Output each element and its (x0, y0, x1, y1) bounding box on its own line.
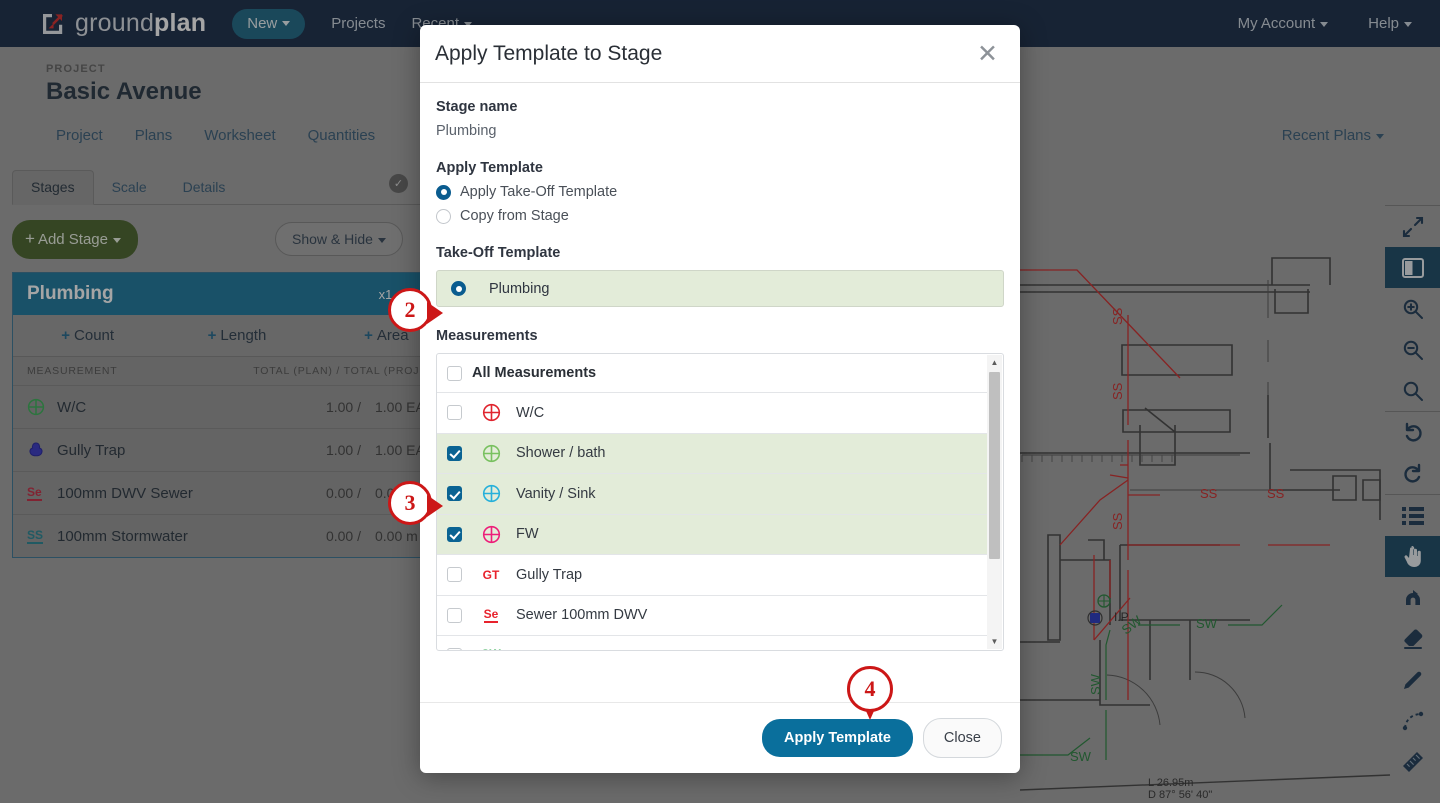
measurement-label: Sewer 100mm DWV (516, 607, 648, 624)
list-item[interactable]: FW (437, 514, 987, 555)
radio-selected-icon (451, 281, 466, 296)
callout-number: 4 (864, 676, 876, 701)
circle-cross-icon (478, 403, 504, 422)
close-button[interactable]: Close (922, 718, 1002, 758)
measurements-scrollbar[interactable]: ▲ ▼ (987, 355, 1002, 649)
apply-template-button[interactable]: Apply Template (762, 719, 913, 757)
apply-template-modal: Apply Template to Stage ✕ Stage name Plu… (420, 25, 1020, 773)
list-item[interactable]: SW Stormwater 100mm DWV (437, 636, 987, 650)
measurement-label: W/C (516, 404, 545, 421)
measurement-checkbox[interactable] (447, 648, 462, 650)
radio-selected-icon (436, 184, 451, 200)
measurement-label: FW (516, 526, 539, 543)
callout-number: 3 (404, 490, 416, 515)
list-item[interactable]: Vanity / Sink (437, 474, 987, 515)
radio-unselected-icon (436, 208, 451, 224)
callout-pin: 4 (847, 666, 893, 722)
measurement-label: Gully Trap (516, 566, 583, 583)
circle-cross-icon (478, 525, 504, 544)
list-item[interactable]: Shower / bath (437, 433, 987, 474)
app-root: SS SS SS SS SS SW SW SW SW I.P L 26.95m … (0, 0, 1440, 803)
modal-header: Apply Template to Stage ✕ (420, 25, 1020, 83)
measurement-label: Stormwater 100mm DWV (516, 648, 680, 650)
radio-apply-takeoff[interactable]: Apply Take-Off Template (436, 184, 1004, 200)
callout-number: 2 (404, 297, 416, 322)
takeoff-template-option-label: Plumbing (489, 280, 550, 297)
circle-cross-icon (478, 484, 504, 503)
se-label-icon: Se (483, 606, 499, 623)
circle-cross-icon (478, 444, 504, 463)
measurements-list: All Measurements W/C Shower / bath Vanit… (436, 353, 1004, 651)
callout-badge-2: 2 (388, 288, 443, 332)
modal-title: Apply Template to Stage (435, 41, 663, 65)
radio-apply-takeoff-label: Apply Take-Off Template (460, 184, 618, 200)
list-item[interactable]: W/C (437, 393, 987, 434)
measurements-label: Measurements (436, 328, 538, 344)
callout-badge-4: 4 (847, 666, 893, 722)
all-measurements-label: All Measurements (472, 365, 597, 381)
radio-copy-from-stage[interactable]: Copy from Stage (436, 208, 1004, 224)
list-item[interactable]: Se Sewer 100mm DWV (437, 596, 987, 636)
all-measurements-checkbox[interactable] (447, 365, 462, 381)
stage-name-value: Plumbing (436, 123, 497, 139)
takeoff-template-label: Take-Off Template (436, 245, 561, 261)
scroll-up-icon[interactable]: ▲ (987, 355, 1002, 370)
sw-label-icon: SW (478, 648, 504, 650)
measurement-label: Vanity / Sink (516, 485, 596, 502)
measurements-scroll-area: All Measurements W/C Shower / bath Vanit… (437, 354, 987, 650)
stage-name-label: Stage name (436, 99, 518, 115)
modal-footer: Apply Template Close (420, 702, 1020, 773)
callout-badge-3: 3 (388, 481, 443, 525)
scroll-down-icon[interactable]: ▼ (987, 634, 1002, 649)
modal-body: Stage name Plumbing Apply Template Apply… (420, 83, 1020, 702)
measurement-checkbox[interactable] (447, 445, 462, 461)
gt-label-icon: GT (482, 567, 500, 582)
measurement-checkbox[interactable] (447, 405, 462, 421)
measurement-checkbox[interactable] (447, 567, 462, 583)
measurement-label: Shower / bath (516, 445, 606, 462)
callout-circle: 2 (388, 288, 443, 332)
scrollbar-thumb[interactable] (989, 372, 1000, 559)
callout-circle: 3 (388, 481, 443, 525)
list-item[interactable]: GT Gully Trap (437, 555, 987, 596)
callout-arrow-icon (427, 302, 443, 324)
takeoff-template-option[interactable]: Plumbing (436, 270, 1004, 307)
measurement-checkbox[interactable] (447, 607, 462, 623)
measurement-checkbox[interactable] (447, 526, 462, 542)
close-icon[interactable]: ✕ (977, 41, 998, 66)
radio-copy-from-stage-label: Copy from Stage (460, 208, 569, 224)
all-measurements-row[interactable]: All Measurements (437, 354, 987, 393)
apply-template-label: Apply Template (436, 160, 543, 176)
callout-arrow-icon (427, 495, 443, 517)
measurement-checkbox[interactable] (447, 486, 462, 502)
